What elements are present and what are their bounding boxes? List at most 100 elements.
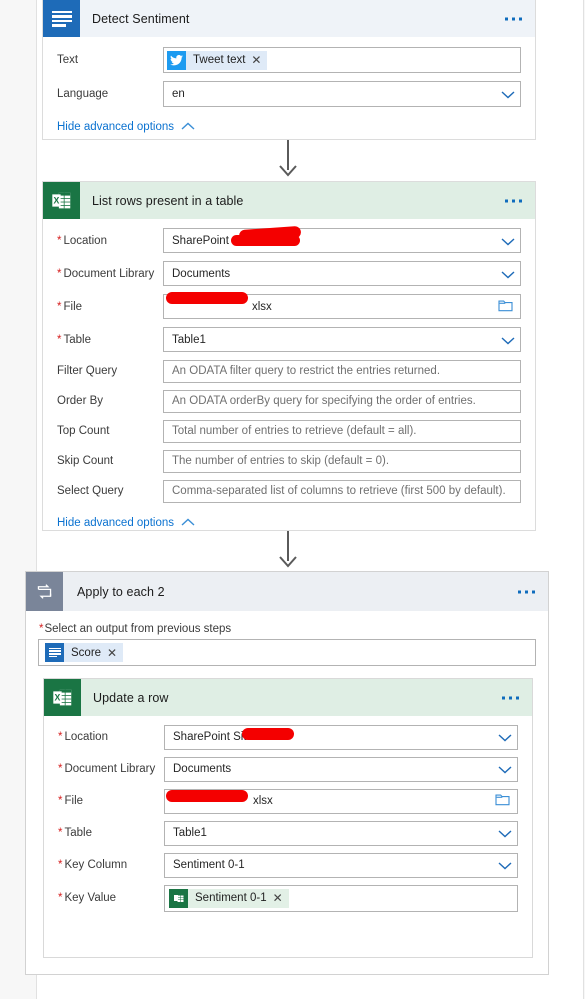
chevron-down-icon[interactable] <box>501 270 515 278</box>
field-input-filter-query[interactable]: An ODATA filter query to restrict the en… <box>163 359 521 383</box>
field-input-order-by[interactable]: An ODATA orderBy query for specifying th… <box>163 389 521 413</box>
token-chip-label: Tweet text <box>193 54 246 66</box>
field-select-location[interactable]: SharePoint Site <box>164 724 518 750</box>
field-placeholder-skip-count: The number of entries to skip (default =… <box>172 455 390 467</box>
field-label-top-count: Top Count <box>57 425 110 437</box>
field-select-document-library[interactable]: Documents <box>164 756 518 782</box>
hide-advanced-options-label: Hide advanced options <box>57 121 174 133</box>
field-label-text: Text <box>57 54 79 66</box>
step-card-detect-sentiment[interactable]: Detect Sentiment Text Tweet text ✕ Langu… <box>42 0 536 140</box>
field-select-language[interactable]: en <box>163 81 521 107</box>
field-input-text[interactable]: Tweet text ✕ <box>163 47 521 73</box>
field-value-document-library: Documents <box>172 267 231 280</box>
token-remove-icon[interactable]: ✕ <box>273 892 283 904</box>
chevron-down-icon[interactable] <box>498 862 512 870</box>
step-header-detect-sentiment[interactable]: Detect Sentiment <box>43 0 535 37</box>
field-value-location: SharePoint Site <box>173 731 253 743</box>
field-placeholder-select-query: Comma-separated list of columns to retri… <box>172 485 506 497</box>
chevron-down-icon[interactable] <box>501 91 515 99</box>
token-remove-icon[interactable]: ✕ <box>251 54 261 66</box>
chevron-down-icon[interactable] <box>498 766 512 774</box>
field-value-table: Table1 <box>172 333 206 346</box>
chevron-down-icon[interactable] <box>501 237 515 245</box>
field-row-table: * Table Table1 <box>58 817 518 849</box>
field-label-file: * File <box>58 795 84 807</box>
field-input-file[interactable]: xlsx <box>164 788 518 814</box>
field-row-key-value: * Key Value Sentiment 0-1 ✕ <box>58 881 518 915</box>
field-row-order-by: Order By An ODATA orderBy query for spec… <box>57 386 521 416</box>
field-label-filter-query: Filter Query <box>57 365 118 377</box>
field-input-key-value[interactable]: Sentiment 0-1 ✕ <box>164 884 518 912</box>
token-chip-label: Sentiment 0-1 <box>195 892 267 904</box>
field-select-document-library[interactable]: Documents <box>163 261 521 286</box>
step-card-update-a-row[interactable]: X Update a row * Location SharePoint Site <box>43 678 533 958</box>
field-label-document-library: * Document Library <box>57 267 155 280</box>
loop-body: *Select an output from previous steps Sc… <box>26 611 548 666</box>
field-input-file[interactable]: xlsx <box>163 294 521 319</box>
folder-picker-icon[interactable] <box>498 299 513 315</box>
loop-header-apply-to-each-2[interactable]: Apply to each 2 <box>26 572 548 611</box>
field-label-document-library: * Document Library <box>58 763 156 775</box>
chevron-down-icon[interactable] <box>501 336 515 344</box>
excel-icon <box>169 888 188 908</box>
svg-text:X: X <box>54 195 60 205</box>
chevron-down-icon[interactable] <box>498 830 512 838</box>
field-row-location: * Location SharePoint Site <box>57 224 521 257</box>
field-label-location: * Location <box>57 234 107 247</box>
chevron-up-icon <box>181 517 195 529</box>
twitter-icon <box>167 50 186 70</box>
hide-advanced-options-label: Hide advanced options <box>57 517 174 529</box>
step-body-update-a-row: * Location SharePoint Site * Document Libr… <box>44 721 532 915</box>
excel-icon: X <box>43 182 80 219</box>
field-select-key-column[interactable]: Sentiment 0-1 <box>164 852 518 878</box>
field-select-table[interactable]: Table1 <box>164 820 518 846</box>
hide-advanced-options-link-1[interactable]: Hide advanced options <box>57 111 521 133</box>
step-body-detect-sentiment: Text Tweet text ✕ Language en Hide advan… <box>43 43 535 133</box>
field-select-location[interactable]: SharePoint Site <box>163 228 521 253</box>
field-select-table[interactable]: Table1 <box>163 327 521 352</box>
field-row-file: * File xlsx <box>57 290 521 323</box>
field-value-file: xlsx <box>252 300 272 313</box>
step-header-update-a-row[interactable]: X Update a row <box>44 679 532 716</box>
field-label-file: * File <box>57 300 83 313</box>
more-options-icon[interactable] <box>505 17 522 20</box>
step-title: Detect Sentiment <box>92 11 190 26</box>
field-label-skip-count: Skip Count <box>57 455 114 467</box>
token-chip-sentiment[interactable]: Sentiment 0-1 ✕ <box>169 888 289 908</box>
field-row-filter-query: Filter Query An ODATA filter query to re… <box>57 356 521 386</box>
field-row-select-query: Select Query Comma-separated list of col… <box>57 476 521 506</box>
field-input-top-count[interactable]: Total number of entries to retrieve (def… <box>163 419 521 443</box>
field-label-key-value: * Key Value <box>58 892 117 904</box>
step-title: Update a row <box>93 690 169 705</box>
field-row-top-count: Top Count Total number of entries to ret… <box>57 416 521 446</box>
loop-output-field[interactable]: Score ✕ <box>38 639 536 666</box>
more-options-icon[interactable] <box>518 590 535 593</box>
token-remove-icon[interactable]: ✕ <box>107 647 117 659</box>
step-body-list-rows: * Location SharePoint Site * Document Libr… <box>43 224 535 529</box>
loop-icon <box>26 572 63 611</box>
connector-arrowhead-1 <box>279 165 297 180</box>
field-row-language: Language en <box>57 77 521 111</box>
excel-icon: X <box>44 679 81 716</box>
hide-advanced-options-link-2[interactable]: Hide advanced options <box>57 506 521 529</box>
field-row-document-library: * Document Library Documents <box>57 257 521 290</box>
field-row-key-column: * Key Column Sentiment 0-1 <box>58 849 518 881</box>
step-card-list-rows[interactable]: X List rows present in a table * Location… <box>42 181 536 531</box>
folder-picker-icon[interactable] <box>495 793 510 809</box>
text-analytics-icon <box>43 0 80 37</box>
loop-card-apply-to-each-2[interactable]: Apply to each 2 *Select an output from p… <box>25 571 549 975</box>
field-placeholder-order-by: An ODATA orderBy query for specifying th… <box>172 395 476 407</box>
token-chip-label: Score <box>71 646 102 659</box>
more-options-icon[interactable] <box>502 696 519 699</box>
chevron-down-icon[interactable] <box>498 734 512 742</box>
field-row-file: * File xlsx <box>58 785 518 817</box>
field-value-table: Table1 <box>173 827 207 839</box>
field-row-document-library: * Document Library Documents <box>58 753 518 785</box>
more-options-icon[interactable] <box>505 199 522 202</box>
token-chip-tweet-text[interactable]: Tweet text ✕ <box>167 50 268 70</box>
token-chip-score[interactable]: Score ✕ <box>45 643 124 662</box>
field-value-location: SharePoint Site <box>172 234 252 247</box>
field-input-select-query[interactable]: Comma-separated list of columns to retri… <box>163 479 521 503</box>
field-input-skip-count[interactable]: The number of entries to skip (default =… <box>163 449 521 473</box>
step-header-list-rows[interactable]: X List rows present in a table <box>43 182 535 219</box>
